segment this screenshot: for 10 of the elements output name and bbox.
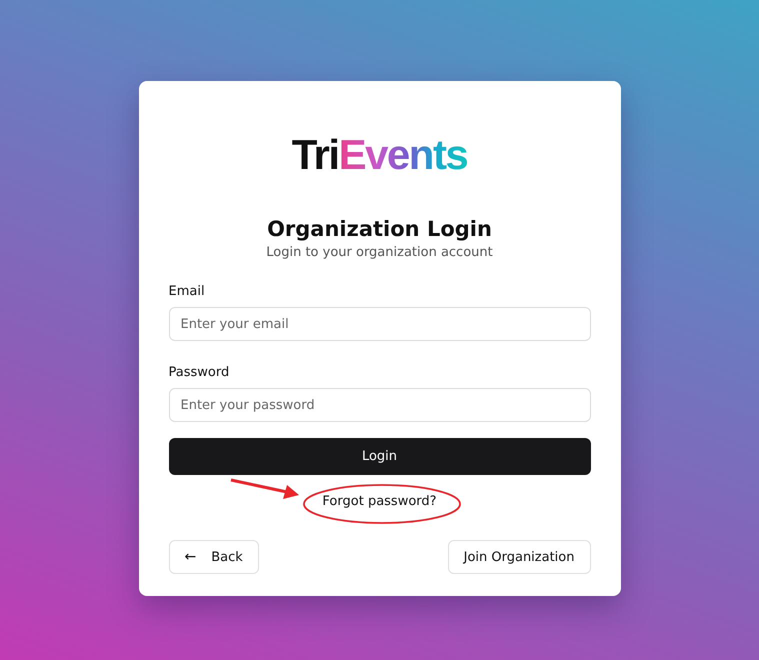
subtitle: Login to your organization account: [265, 245, 494, 260]
field-label: Password: [168, 365, 230, 380]
back-button[interactable]: ← Back: [168, 540, 259, 574]
page-title: Organization Login: [266, 217, 493, 241]
pointer-arrow: [228, 477, 300, 501]
input-field[interactable]: Enter your email: [168, 307, 590, 341]
input-field[interactable]: Enter your password: [168, 388, 590, 422]
field-label: Email: [168, 284, 206, 299]
join-organization-button[interactable]: Join Organization: [448, 540, 590, 574]
login-button[interactable]: Login: [168, 438, 590, 475]
